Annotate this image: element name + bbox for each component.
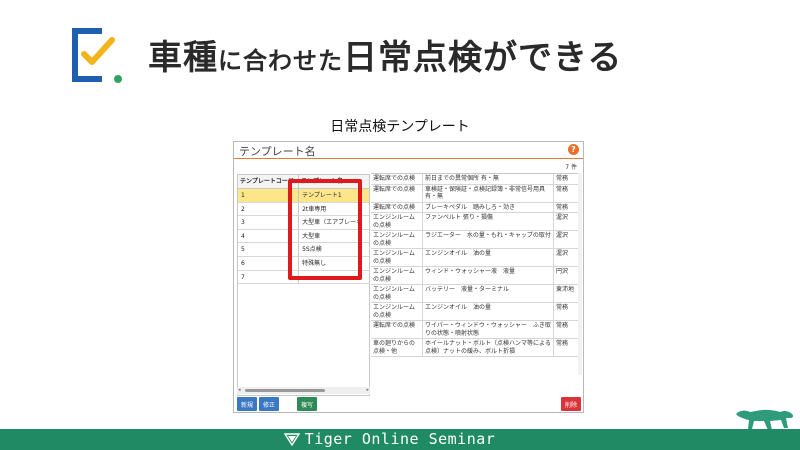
table-row[interactable]: エンジンルームの点検 ウィンド・ウォッシャー液 液量 円沢 — [371, 267, 582, 285]
cell-category: エンジンルームの点検 — [371, 285, 423, 302]
page-headline: 車種 に合わせた 日常点検 ができる — [148, 30, 622, 82]
cell-item: ブレーキペダル 踏みしろ・効き — [423, 202, 554, 212]
cell-category: エンジンルームの点検 — [371, 231, 423, 248]
help-icon[interactable]: ? — [568, 144, 579, 155]
table-row[interactable]: エンジンルームの点検 エンジンオイル 油の量 常務 — [371, 303, 582, 321]
headline-part: に合わせた — [218, 47, 343, 75]
table-row[interactable]: 運転席での点検 前日までの異常個所 有・無 常務 — [371, 174, 582, 185]
cell-item: ホイールナット・ボルト（点検ハンマ等による点検）ナットの緩み、ボルト折損 — [423, 339, 554, 356]
table-row[interactable]: エンジンルームの点検 エンジンオイル 油の量 渥沢 — [371, 249, 582, 267]
cell-item: エンジンオイル 油の量 — [423, 303, 554, 320]
cell-item: ラジエーター 水の量・もれ・キャップの取付 — [423, 231, 554, 248]
cell-item: 前日までの異常個所 有・無 — [423, 174, 554, 184]
cell-item: ワイパー・ウィンドウ・ウォッシャー ふき取りの状態・噴射状態 — [423, 321, 554, 338]
cell-category: エンジンルームの点検 — [371, 249, 423, 266]
cell-category: 運転席での点検 — [371, 321, 423, 338]
table-row[interactable]: 車の廻りからの点検・他 ホイールナット・ボルト（点検ハンマ等による点検）ナットの緩… — [371, 339, 582, 357]
vertical-scrollbar[interactable] — [578, 173, 582, 375]
section-subtitle: 日常点検テンプレート — [330, 119, 470, 135]
table-row[interactable]: エンジンルームの点検 バッテリー 液量・ターミナル 東沛地 — [371, 285, 582, 303]
table-row[interactable]: エンジンルームの点検 ファンベルト 張り・損傷 渥沢 — [371, 213, 582, 231]
cell-category: エンジンルームの点検 — [371, 267, 423, 284]
table-row[interactable]: 運転席での点検 車検証・保険証・点検記録簿・非常信号用具 有・無 常務 — [371, 184, 582, 203]
window-title: テンプレート名 — [239, 145, 316, 158]
copy-button[interactable]: 複写 — [297, 397, 317, 411]
window-titlebar: テンプレート名 ? — [234, 142, 583, 159]
headline-part: ができる — [483, 38, 623, 78]
horizontal-scrollbar[interactable]: ◂ ▸ — [237, 387, 370, 394]
new-button[interactable]: 新規 — [237, 397, 257, 411]
record-count: 7 件 — [565, 164, 577, 171]
tiger-silhouette-icon — [736, 409, 794, 430]
cell-item: ウィンド・ウォッシャー液 液量 — [423, 267, 554, 284]
scroll-left-icon[interactable]: ◂ — [238, 387, 241, 394]
scroll-right-icon[interactable]: ▸ — [366, 387, 369, 394]
cell-item: エンジンオイル 油の量 — [423, 249, 554, 266]
cell-category: 運転席での点検 — [371, 202, 423, 212]
template-window: テンプレート名 ? 7 件 テンプレートコード テンプレート名 1 テンプレート… — [233, 141, 584, 413]
cell-category: 運転席での点検 — [371, 174, 423, 184]
headline-part: 車種 — [148, 38, 218, 78]
table-row[interactable]: 運転席での点検 ブレーキペダル 踏みしろ・効き 常務 — [371, 202, 582, 213]
checklist-logo-icon — [72, 28, 122, 83]
footer-title: Tiger Online Seminar — [304, 430, 496, 448]
table-row[interactable]: エンジンルームの点検 ラジエーター 水の量・もれ・キャップの取付 渥沢 — [371, 231, 582, 249]
cell-category: エンジンルームの点検 — [371, 213, 423, 230]
footer-bar: Tiger Online Seminar — [0, 429, 800, 450]
scrollbar-thumb[interactable] — [245, 389, 325, 392]
cell-item: バッテリー 液量・ターミナル — [423, 285, 554, 302]
highlight-box — [288, 179, 362, 280]
cell-item: ファンベルト 張り・損傷 — [423, 213, 554, 230]
delete-button[interactable]: 削除 — [561, 397, 581, 411]
table-row[interactable]: 運転席での点検 ワイパー・ウィンドウ・ウォッシャー ふき取りの状態・噴射状態 常務 — [371, 321, 582, 339]
cell-category: 車の廻りからの点検・他 — [371, 339, 423, 356]
cell-category: エンジンルームの点検 — [371, 303, 423, 320]
inspection-items-grid: 運転席での点検 前日までの異常個所 有・無 常務 運転席での点検 車検証・保険証・点検… — [371, 173, 582, 357]
cell-item: 車検証・保険証・点検記録簿・非常信号用具 有・無 — [423, 184, 554, 202]
headline-part: 日常点検 — [343, 38, 483, 78]
cell-category: 運転席での点検 — [371, 184, 423, 202]
edit-button[interactable]: 修正 — [259, 397, 279, 411]
